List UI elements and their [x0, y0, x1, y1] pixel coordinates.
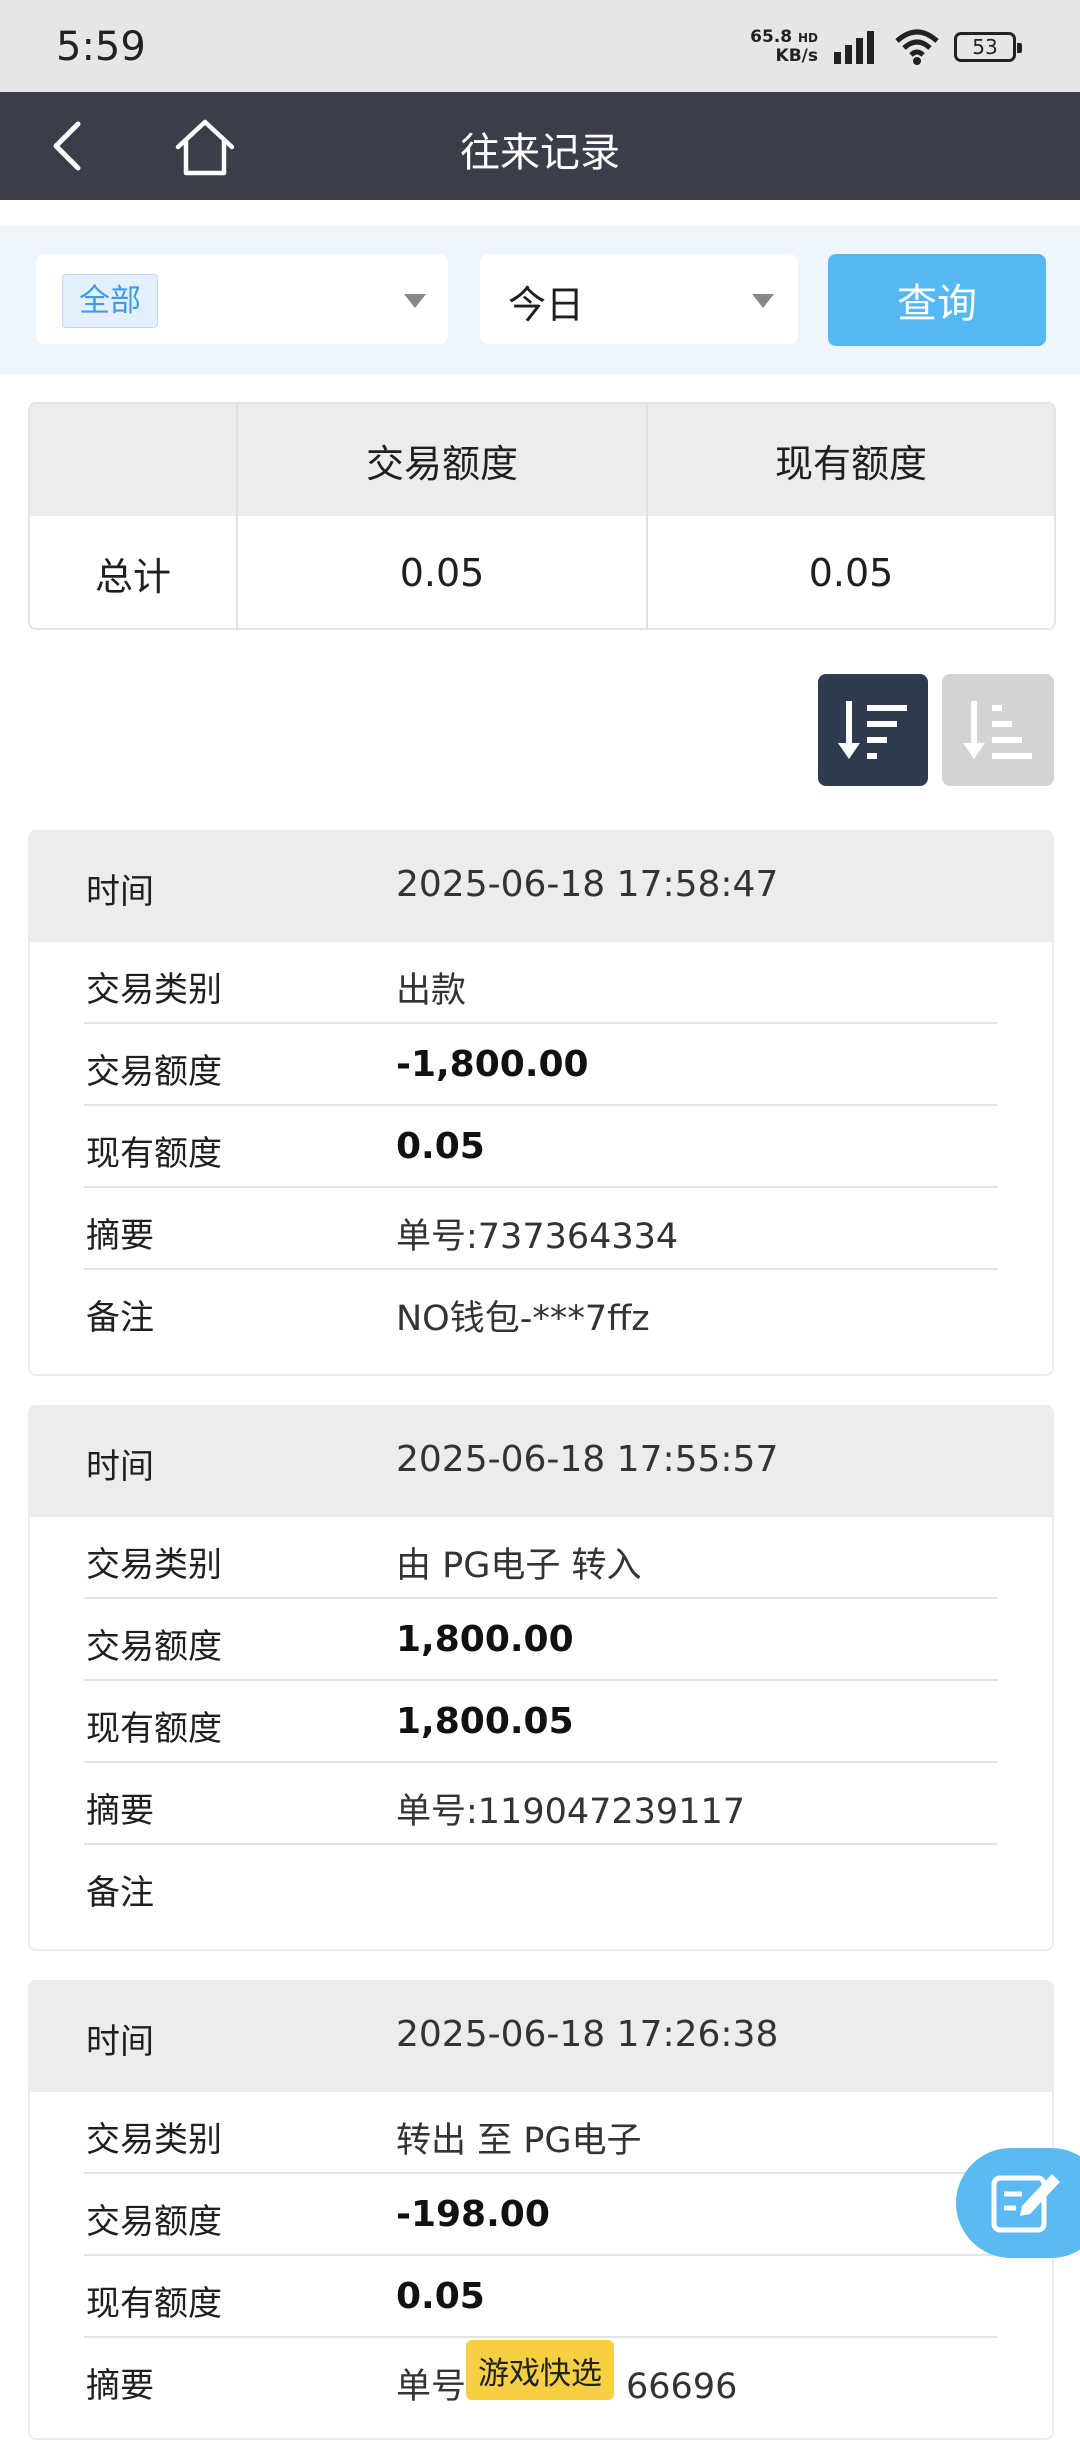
record-note: NO钱包-***7ffz	[396, 1299, 650, 1339]
amount-label: 交易额度	[86, 2202, 222, 2242]
status-time: 5:59	[56, 24, 146, 70]
period-filter-select[interactable]: 今日	[480, 254, 798, 344]
edit-icon	[991, 2174, 1060, 2233]
record-balance-row: 现有额度 0.05	[84, 2256, 998, 2338]
summary-header-row: 交易额度 现有额度	[30, 404, 1054, 516]
record-amount-row: 交易额度 -198.00	[84, 2174, 998, 2256]
record-amount-row: 交易额度 1,800.00	[84, 1599, 998, 1681]
status-indicators: 65.8 HD KB/s 53	[750, 27, 1022, 66]
record-amount: 1,800.00	[396, 1619, 574, 1660]
amount-label: 交易额度	[86, 1627, 222, 1667]
record-balance-row: 现有额度 0.05	[84, 1106, 998, 1188]
record-balance-row: 现有额度 1,800.05	[84, 1681, 998, 1763]
record-note-row: 备注 NO钱包-***7ffz	[84, 1270, 998, 1352]
balance-label: 现有额度	[86, 2284, 222, 2324]
sort-descending-icon	[838, 701, 907, 759]
sort-ascending-icon	[963, 701, 1032, 759]
network-speed: 65.8 HD KB/s	[750, 27, 818, 66]
battery-icon: 53	[954, 31, 1022, 62]
record-type-row: 交易类别 出款	[84, 942, 998, 1024]
status-bar: 5:59 65.8 HD KB/s 53	[0, 0, 1080, 92]
record-summary: 单号:119047239117	[396, 1792, 746, 1832]
time-label: 时间	[86, 872, 154, 912]
record-card: 时间 2025-06-18 17:55:57 交易类别 由 PG电子 转入 交易…	[28, 1405, 1054, 1951]
summary-label: 摘要	[86, 1791, 154, 1831]
type-label: 交易类别	[86, 970, 222, 1010]
sort-ascending-button[interactable]	[942, 674, 1054, 786]
amount-label: 交易额度	[86, 1052, 222, 1092]
record-type: 转出 至 PG电子	[396, 2121, 642, 2161]
type-filter-select[interactable]: 全部	[36, 254, 448, 344]
time-label: 时间	[86, 1447, 154, 1487]
record-amount: -198.00	[396, 2194, 550, 2235]
summary-header-trade: 交易额度	[238, 404, 648, 516]
record-type: 出款	[396, 971, 467, 1011]
type-label: 交易类别	[86, 1545, 222, 1585]
edit-fab-button[interactable]	[956, 2148, 1080, 2258]
filter-bar: 全部 今日 查询	[0, 226, 1080, 374]
summary-trade-value: 0.05	[238, 516, 648, 628]
summary-header-current: 现有额度	[774, 441, 927, 486]
summary-table: 交易额度 现有额度 总计 0.05 0.05	[28, 402, 1056, 630]
nav-bar: 往来记录	[0, 92, 1080, 200]
summary-current-value: 0.05	[808, 551, 894, 595]
game-shortcut-button[interactable]: 游戏快选	[466, 2340, 614, 2400]
record-type: 由 PG电子 转入	[396, 1546, 642, 1586]
signal-icon	[834, 30, 874, 64]
record-balance: 0.05	[396, 2276, 485, 2317]
record-time: 2025-06-18 17:58:47	[396, 864, 779, 905]
type-filter-tag[interactable]: 全部	[62, 274, 158, 328]
time-label: 时间	[86, 2022, 154, 2062]
summary-row-label: 总计	[30, 516, 238, 628]
note-label: 备注	[86, 1298, 154, 1338]
page-title: 往来记录	[460, 130, 620, 176]
chevron-down-icon	[752, 294, 774, 308]
record-balance: 0.05	[396, 1126, 485, 1167]
summary-header-blank	[30, 404, 238, 516]
chevron-down-icon	[404, 294, 426, 308]
record-note-row: 备注	[84, 1845, 998, 1927]
record-time: 2025-06-18 17:26:38	[396, 2014, 779, 2055]
period-filter-value: 今日	[508, 283, 585, 327]
balance-label: 现有额度	[86, 1709, 222, 1749]
record-summary-row: 摘要 单号:119047239117	[84, 1763, 998, 1845]
sort-descending-button[interactable]	[818, 674, 928, 786]
record-time-row: 时间 2025-06-18 17:58:47	[30, 832, 1052, 942]
wifi-icon	[895, 29, 939, 65]
record-card: 时间 2025-06-18 17:58:47 交易类别 出款 交易额度 -1,8…	[28, 830, 1054, 1376]
record-time-row: 时间 2025-06-18 17:55:57	[30, 1407, 1052, 1517]
record-summary: 单号:737364334	[396, 1217, 679, 1257]
record-summary-row: 摘要 单号:737364334	[84, 1188, 998, 1270]
summary-total-row: 总计 0.05 0.05	[30, 516, 1054, 628]
note-label: 备注	[86, 1873, 154, 1913]
record-balance: 1,800.05	[396, 1701, 574, 1742]
record-time-row: 时间 2025-06-18 17:26:38	[30, 1982, 1052, 2092]
record-amount-row: 交易额度 -1,800.00	[84, 1024, 998, 1106]
record-time: 2025-06-18 17:55:57	[396, 1439, 779, 1480]
balance-label: 现有额度	[86, 1134, 222, 1174]
summary-label: 摘要	[86, 1216, 154, 1256]
type-label: 交易类别	[86, 2120, 222, 2160]
query-button[interactable]: 查询	[828, 254, 1046, 346]
record-type-row: 交易类别 由 PG电子 转入	[84, 1517, 998, 1599]
record-amount: -1,800.00	[396, 1044, 589, 1085]
record-type-row: 交易类别 转出 至 PG电子	[84, 2092, 998, 2174]
